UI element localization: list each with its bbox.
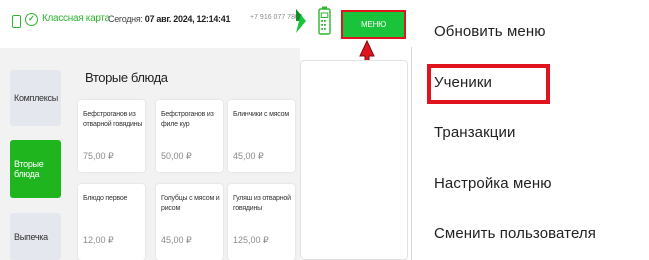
phone-icon [12,15,21,28]
dish-name: Бефстроганов из отварной говядины [83,111,143,128]
dish-card[interactable]: Блюдо первое 12,00 ₽ [78,184,145,260]
menu-item-refresh-menu[interactable]: Обновить меню [434,23,546,40]
dish-name: Блинчики с мясом [233,111,289,118]
category-item-kompleksy[interactable]: Комплексы [10,70,61,126]
category-list: Комплексы Вторые блюда Выпечка [0,48,65,260]
dish-price: 50,00 ₽ [161,151,192,161]
top-bar: ✓ Классная карта Сегодня: 07 авг. 2024, … [0,0,412,47]
dish-card[interactable]: Бефстроганов из отварной говядины 75,00 … [78,100,145,172]
menu-item-switch-user[interactable]: Сменить пользователя [434,225,596,242]
green-arrow-logo-icon [296,9,306,33]
current-datetime: Сегодня: 07 авг. 2024, 12:14:41 [108,14,230,24]
dish-name: Гуляш из отварной говядины [233,195,291,212]
today-value: 07 авг. 2024, 12:14:41 [144,14,231,24]
today-label: Сегодня: [108,14,143,24]
dropdown-menu: Обновить меню Ученики Транзакции Настрой… [413,0,649,260]
app-window: ✓ Классная карта Сегодня: 07 авг. 2024, … [0,0,412,260]
card-reader-icon[interactable] [318,6,331,35]
dish-name: Голубцы с мясом и рисом [161,195,220,212]
section-title: Вторые блюда [85,70,168,85]
check-circle-icon: ✓ [25,13,38,26]
menu-button[interactable]: МЕНЮ [341,10,406,39]
dish-name: Бефстроганов из филе кур [161,111,214,128]
menu-item-transactions[interactable]: Транзакции [434,124,515,141]
dish-price: 45,00 ₽ [161,235,192,245]
dish-price: 45,00 ₽ [233,151,264,161]
brand-name: Классная карта [42,13,110,24]
menu-item-menu-settings[interactable]: Настройка меню [434,175,552,192]
dish-price: 12,00 ₽ [83,235,114,245]
dish-card[interactable]: Гуляш из отварной говядины 125,00 ₽ [228,184,295,260]
dish-card[interactable]: Голубцы с мясом и рисом 45,00 ₽ [156,184,223,260]
dish-card[interactable]: Блинчики с мясом 45,00 ₽ [228,100,295,172]
dish-name: Блюдо первое [83,195,128,202]
category-item-vtorye-blyuda[interactable]: Вторые блюда [10,140,61,198]
dish-card[interactable]: Бефстроганов из филе кур 50,00 ₽ [156,100,223,172]
dish-price: 75,00 ₽ [83,151,114,161]
highlight-box [427,64,550,104]
order-panel [300,60,408,260]
dish-price: 125,00 ₽ [233,235,269,245]
category-item-vypechka[interactable]: Выпечка [10,213,61,260]
